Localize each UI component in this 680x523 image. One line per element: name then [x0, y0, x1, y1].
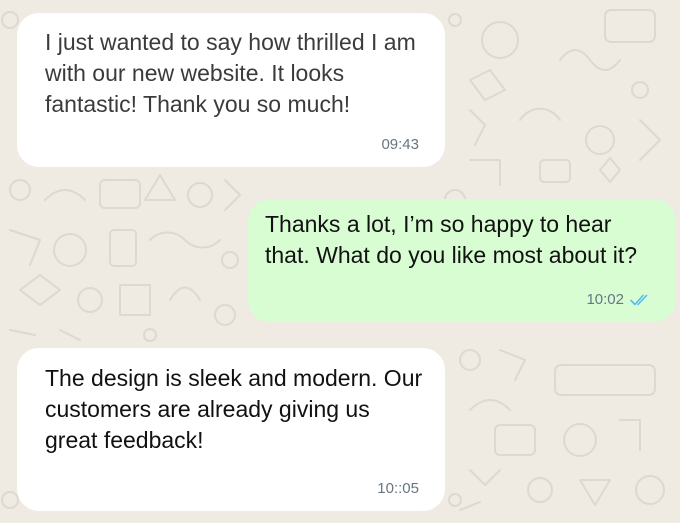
message-text: Thanks a lot, I’m so happy to hear that.… — [265, 211, 638, 268]
message-time: 09:43 — [381, 136, 419, 153]
message-meta: 09:43 — [381, 137, 419, 153]
message-bubble-outgoing[interactable]: Thanks a lot, I’m so happy to hear that.… — [248, 199, 676, 322]
message-time: 10::05 — [377, 480, 419, 497]
message-text: I just wanted to say how thrilled I am w… — [45, 29, 416, 117]
message-meta: 10::05 — [377, 481, 419, 497]
message-text: The design is sleek and modern. Our cust… — [45, 365, 423, 453]
message-bubble-incoming[interactable]: The design is sleek and modern. Our cust… — [17, 348, 445, 511]
message-meta: 10:02 — [586, 292, 650, 308]
message-time: 10:02 — [586, 291, 624, 308]
message-bubble-incoming[interactable]: I just wanted to say how thrilled I am w… — [17, 13, 445, 167]
double-check-icon — [630, 293, 650, 307]
chat-background: I just wanted to say how thrilled I am w… — [0, 0, 680, 523]
